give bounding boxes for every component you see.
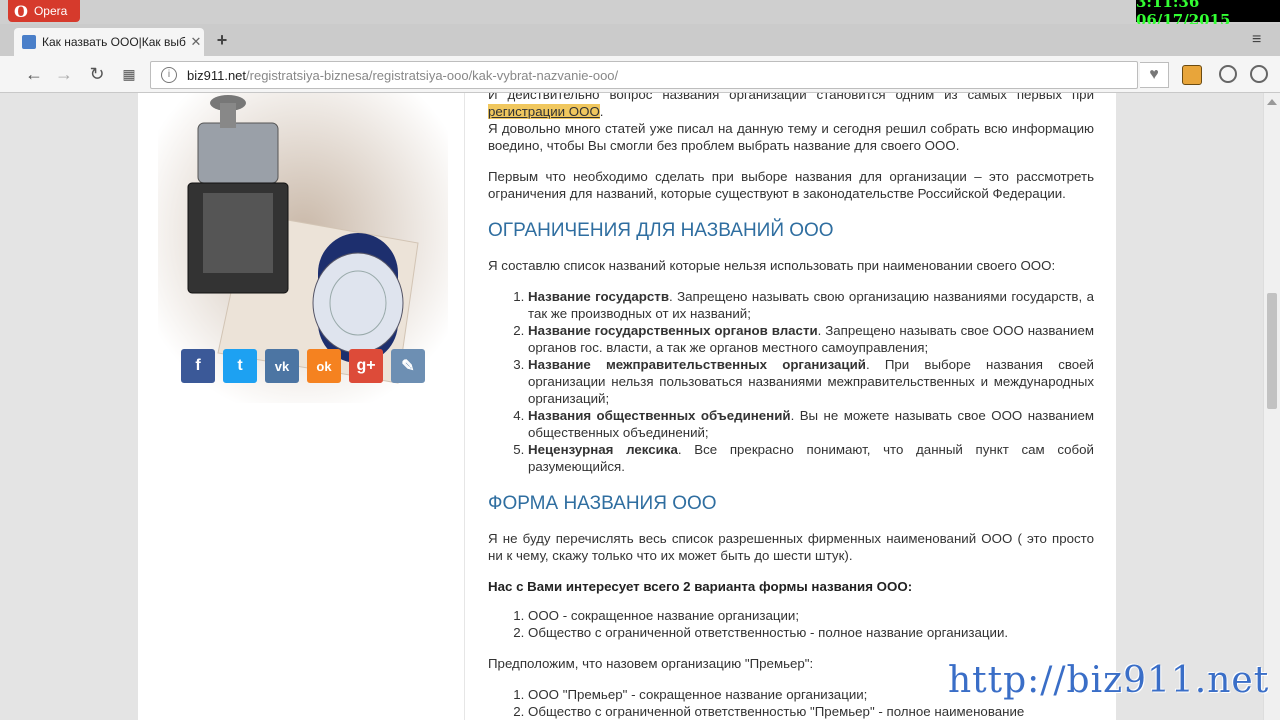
registration-link[interactable]: регистрации ООО <box>488 104 600 119</box>
new-tab-button[interactable]: + <box>212 30 232 50</box>
page-viewport: f t vk ok g+ ✎ И действительно вопрос на… <box>0 93 1264 720</box>
favicon-icon <box>22 35 36 49</box>
share-vk-button[interactable]: vk <box>265 349 299 383</box>
list-item: Названия общественных объединений. Вы не… <box>528 407 1094 441</box>
sidebar: f t vk ok g+ ✎ <box>138 93 465 720</box>
page-body: f t vk ok g+ ✎ И действительно вопрос на… <box>138 93 1116 720</box>
list-item-bold: Нецензурная лексика <box>528 442 678 457</box>
list-item: Нецензурная лексика. Все прекрасно поним… <box>528 441 1094 475</box>
edit-pencil-icon[interactable]: ✎ <box>391 349 425 383</box>
list-item: Название государственных органов власти.… <box>528 322 1094 356</box>
navigation-toolbar: ← → ↻ ▦ i biz911.net/registratsiya-bizne… <box>0 56 1280 93</box>
form-lead: Я не буду перечислять весь список разреш… <box>488 531 1094 563</box>
opera-logo-icon: O <box>14 1 28 21</box>
share-twitter-button[interactable]: t <box>223 349 257 383</box>
opera-label: Opera <box>33 4 68 18</box>
tab-active[interactable]: Как назвать ООО|Как выб ✕ <box>14 28 204 56</box>
url-host: biz911.net <box>187 67 247 83</box>
forward-icon[interactable]: → <box>54 64 74 84</box>
back-icon[interactable]: ← <box>24 64 44 84</box>
share-odnoklassniki-button[interactable]: ok <box>307 349 341 383</box>
speed-dial-icon[interactable]: ▦ <box>119 64 139 84</box>
clock-overlay: 3:11:36 06/17/2015 <box>1136 0 1280 29</box>
list-item-bold: Название государственных органов власти <box>528 323 818 338</box>
intro-text: И действительно вопрос названия организа… <box>488 93 1094 102</box>
tab-title: Как назвать ООО|Как выб <box>42 35 186 49</box>
list-item-bold: Название межправительственных организаци… <box>528 357 866 372</box>
site-info-icon[interactable]: i <box>161 67 177 83</box>
watermark-text: http://biz911.net <box>948 660 1270 701</box>
article-content: И действительно вопрос названия организа… <box>488 93 1094 720</box>
list-item: Название межправительственных организаци… <box>528 356 1094 407</box>
list-item: Общество с ограниченной ответственностью… <box>528 703 1094 720</box>
intro-paragraph-1: И действительно вопрос названия организа… <box>488 93 1094 120</box>
downloads-icon[interactable] <box>1219 65 1237 83</box>
tab-close-icon[interactable]: ✕ <box>188 34 204 50</box>
social-share-bar: f t vk ok g+ ✎ <box>181 349 433 383</box>
scroll-thumb[interactable] <box>1267 293 1277 409</box>
window-title-bar: O Opera 3:11:36 06/17/2015 <box>0 0 1280 29</box>
vertical-scrollbar[interactable] <box>1263 93 1280 720</box>
restrictions-list: Название государств. Запрещено называть … <box>488 288 1094 475</box>
intro-paragraph-2: Я довольно много статей уже писал на дан… <box>488 121 1094 153</box>
extension-icon[interactable] <box>1182 65 1202 85</box>
form-bold-lead: Нас с Вами интересует всего 2 варианта ф… <box>488 579 913 594</box>
tab-bar: Как назвать ООО|Как выб ✕ + ≡ <box>0 24 1280 56</box>
heading-restrictions: ОГРАНИЧЕНИЯ ДЛЯ НАЗВАНИЙ ООО <box>488 220 834 241</box>
intro-period: . <box>599 104 604 119</box>
intro-paragraph-3: Первым что необходимо сделать при выборе… <box>488 169 1094 201</box>
bookmark-heart-icon[interactable]: ♥ <box>1140 62 1169 88</box>
list-item: ООО - сокращенное название организации; <box>528 607 1094 624</box>
form-list: ООО - сокращенное название организации; … <box>488 607 1094 641</box>
list-item-bold: Названия общественных объединений <box>528 408 791 423</box>
browser-menu-icon[interactable]: ≡ <box>1252 32 1268 48</box>
list-item: Название государств. Запрещено называть … <box>528 288 1094 322</box>
share-facebook-button[interactable]: f <box>181 349 215 383</box>
share-google-plus-button[interactable]: g+ <box>349 349 383 383</box>
list-item-bold: Название государств <box>528 289 669 304</box>
reload-icon[interactable]: ↻ <box>87 64 107 84</box>
scroll-up-arrow-icon[interactable] <box>1267 99 1277 105</box>
restrictions-lead: Я составлю список названий которые нельз… <box>488 258 1056 273</box>
heading-form: ФОРМА НАЗВАНИЯ ООО <box>488 493 717 514</box>
address-bar[interactable]: i biz911.net/registratsiya-biznesa/regis… <box>150 61 1138 89</box>
list-item: Общество с ограниченной ответственностью… <box>528 624 1094 641</box>
url-path: /registratsiya-biznesa/registratsiya-ooo… <box>246 67 619 83</box>
opera-menu-button[interactable]: O Opera <box>8 0 80 22</box>
account-icon[interactable] <box>1250 65 1268 83</box>
